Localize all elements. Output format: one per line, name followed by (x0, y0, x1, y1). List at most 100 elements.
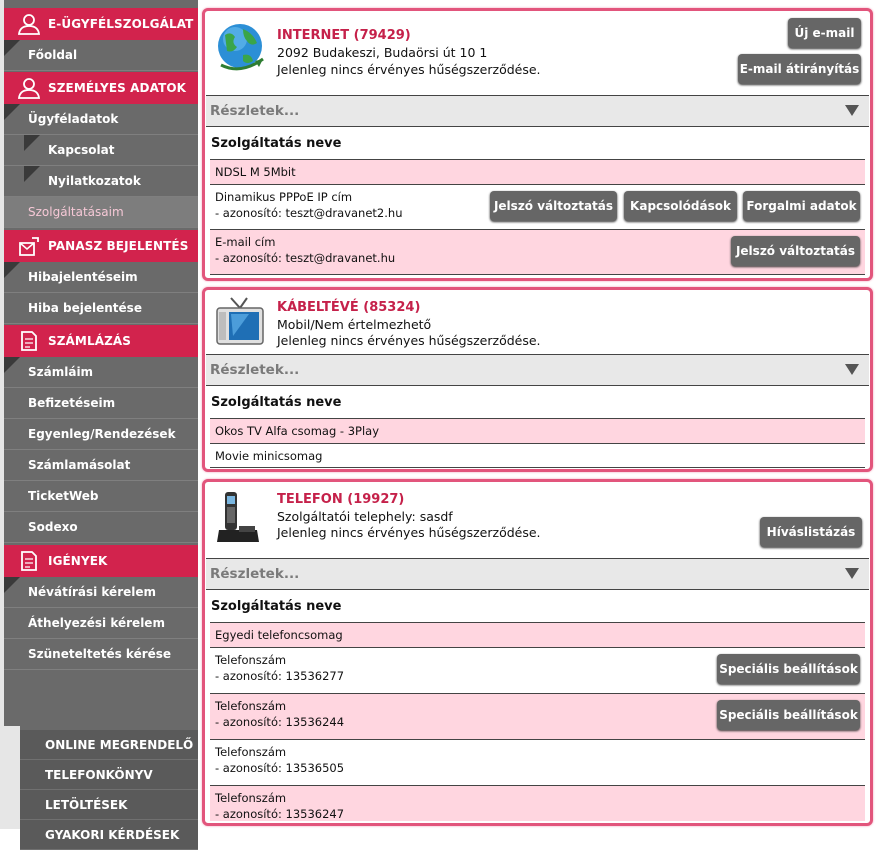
sidebar-item-label: Főoldal (28, 48, 78, 62)
sidebar-item-sodexo[interactable]: Sodexo (4, 512, 198, 543)
section-title: SZEMÉLYES ADATOK (48, 81, 187, 95)
service-name: Okos TV Alfa csomag - 3Play (215, 424, 380, 438)
service-name: Telefonszám (215, 699, 287, 713)
sidebar-item-nevatirasi[interactable]: Névátírási kérelem (4, 577, 198, 608)
details-label: Részletek... (210, 103, 300, 119)
sidebar-item-label: Hiba bejelentése (28, 301, 142, 315)
details-toggle[interactable]: Részletek... (206, 558, 869, 590)
service-name-header: Szolgáltatás neve (211, 599, 342, 614)
traffic-data-button[interactable]: Forgalmi adatok (743, 191, 860, 221)
section-title: IGÉNYEK (48, 554, 108, 568)
triangle-down-icon (845, 568, 859, 579)
sidebar-item-kapcsolat[interactable]: Kapcsolat (4, 135, 198, 166)
service-card-tv: KÁBELTÉVÉ (85324) Mobil/Nem értelmezhető… (202, 287, 873, 472)
special-settings-button[interactable]: Speciális beállítások (717, 654, 860, 684)
call-list-button[interactable]: Híváslistázás (760, 517, 862, 547)
sidebar-item-szamlaim[interactable]: Számláim (4, 357, 198, 388)
service-name: Egyedi telefoncsomag (215, 628, 343, 642)
service-name-header: Szolgáltatás neve (211, 136, 342, 151)
sidebar-item-label: Ügyféladatok (28, 112, 119, 126)
service-address: Szolgáltatói telephely: sasdf (277, 509, 453, 524)
sidebar-item-label: Nyilatkozatok (48, 174, 141, 188)
table-row: Egyedi telefoncsomag (210, 622, 865, 647)
sidebar-item-ticketweb[interactable]: TicketWeb (4, 481, 198, 512)
service-id: - azonosító: 13536505 (215, 761, 345, 775)
service-id: - azonosító: teszt@dravanet.hu (215, 251, 396, 265)
details-label: Részletek... (210, 362, 300, 378)
sidebar: E-ÜGYFÉLSZOLGÁLAT Főoldal SZEMÉLYES ADAT… (0, 0, 198, 850)
details-toggle[interactable]: Részletek... (206, 354, 869, 386)
bottom-link-label: ONLINE MEGRENDELŐ (45, 738, 194, 752)
details-toggle[interactable]: Részletek... (206, 95, 869, 127)
service-name: NDSL M 5Mbit (215, 165, 296, 179)
service-name: Telefonszám (215, 653, 287, 667)
service-name: Telefonszám (215, 745, 287, 759)
change-password-button[interactable]: Jelszó változtatás (731, 236, 860, 266)
bottom-link-gyakori-kerdesek[interactable]: GYAKORI KÉRDÉSEK (20, 820, 198, 850)
documents-icon (21, 551, 37, 571)
sidebar-item-label: Hibajelentéseim (28, 270, 138, 284)
sidebar-item-label: Befizetéseim (28, 396, 116, 410)
triangle-down-icon (845, 364, 859, 375)
service-title: INTERNET (79429) (277, 28, 411, 43)
sidebar-item-hiba-bejelentese[interactable]: Hiba bejelentése (4, 293, 198, 324)
bottom-link-letoltesek[interactable]: LETÖLTÉSEK (20, 790, 198, 820)
sidebar-item-label: Névátírási kérelem (28, 585, 157, 599)
triangle-down-icon (845, 105, 859, 116)
tv-icon (216, 297, 264, 345)
bottom-link-telefonkonyv[interactable]: TELEFONKÖNYV (20, 760, 198, 790)
service-id: - azonosító: 13536247 (215, 807, 345, 821)
service-title: TELEFON (19927) (277, 492, 405, 507)
service-id: - azonosító: teszt@dravanet2.hu (215, 206, 403, 220)
table-row: Telefonszám - azonosító: 13536247 (210, 785, 865, 821)
sidebar-item-szamlamasolat[interactable]: Számlamásolat (4, 450, 198, 481)
service-name: Telefonszám (215, 791, 287, 805)
table-row: Movie minicsomag (210, 443, 865, 468)
service-name: Dinamikus PPPoE IP cím (215, 190, 353, 204)
sidebar-item-egyenleg[interactable]: Egyenleg/Rendezések (4, 419, 198, 450)
bottom-link-label: LETÖLTÉSEK (45, 798, 128, 812)
phone-icon (217, 492, 259, 542)
sidebar-item-label: Egyenleg/Rendezések (28, 427, 176, 441)
sidebar-item-fooldal[interactable]: Főoldal (4, 40, 198, 71)
sidebar-item-szuneteltetes[interactable]: Szüneteltetés kérése (4, 639, 198, 670)
table-row: Okos TV Alfa csomag - 3Play (210, 418, 865, 443)
globe-icon (218, 24, 264, 71)
sidebar-item-szolgaltatasaim[interactable]: Szolgáltatásaim (4, 197, 198, 228)
sidebar-item-label: Kapcsolat (48, 143, 115, 157)
sidebar-item-label: Számláim (28, 365, 94, 379)
sidebar-item-nyilatkozatok[interactable]: Nyilatkozatok (4, 166, 198, 197)
service-name-header: Szolgáltatás neve (211, 395, 342, 410)
service-card-phone: TELEFON (19927) Szolgáltatói telephely: … (202, 479, 873, 826)
sidebar-edge (4, 726, 20, 829)
email-redirect-button[interactable]: E-mail átirányítás (738, 54, 861, 84)
change-password-button[interactable]: Jelszó változtatás (490, 191, 617, 221)
section-panasz-bejelentes[interactable]: PANASZ BEJELENTÉS (4, 230, 198, 262)
sidebar-item-label: TicketWeb (28, 489, 99, 503)
new-email-button[interactable]: Új e-mail (788, 18, 861, 48)
sidebar-item-athelyezesi[interactable]: Áthelyezési kérelem (4, 608, 198, 639)
section-title: E-ÜGYFÉLSZOLGÁLAT (48, 17, 194, 31)
sidebar-item-hibajelenteseim[interactable]: Hibajelentéseim (4, 262, 198, 293)
table-row: Telefonszám - azonosító: 13536505 (210, 739, 865, 785)
sidebar-item-ugyfeladatok[interactable]: Ügyféladatok (4, 104, 198, 135)
section-szemelyes-adatok[interactable]: SZEMÉLYES ADATOK (4, 72, 198, 104)
sidebar-item-label: Sodexo (28, 520, 78, 534)
sidebar-item-label: Áthelyezési kérelem (28, 616, 165, 630)
bottom-link-online-megrendelo[interactable]: ONLINE MEGRENDELŐ (20, 730, 198, 760)
section-title: PANASZ BEJELENTÉS (48, 239, 189, 253)
user-icon (17, 14, 41, 35)
section-szamlazas[interactable]: SZÁMLÁZÁS (4, 325, 198, 357)
sidebar-item-befizeteseim[interactable]: Befizetéseim (4, 388, 198, 419)
sidebar-item-label: Számlamásolat (28, 458, 131, 472)
bottom-link-label: TELEFONKÖNYV (45, 768, 153, 782)
table-row: NDSL M 5Mbit (210, 159, 865, 184)
section-igenyek[interactable]: IGÉNYEK (4, 545, 198, 577)
bottom-link-label: GYAKORI KÉRDÉSEK (45, 828, 180, 842)
service-address: Mobil/Nem értelmezhető (277, 317, 432, 332)
section-e-ugyfelszolgalat[interactable]: E-ÜGYFÉLSZOLGÁLAT (4, 8, 198, 40)
connections-button[interactable]: Kapcsolódások (624, 191, 737, 221)
documents-icon (21, 331, 37, 351)
service-card-internet: INTERNET (79429) 2092 Budakeszi, Budaörs… (202, 8, 873, 281)
special-settings-button[interactable]: Speciális beállítások (717, 700, 860, 730)
